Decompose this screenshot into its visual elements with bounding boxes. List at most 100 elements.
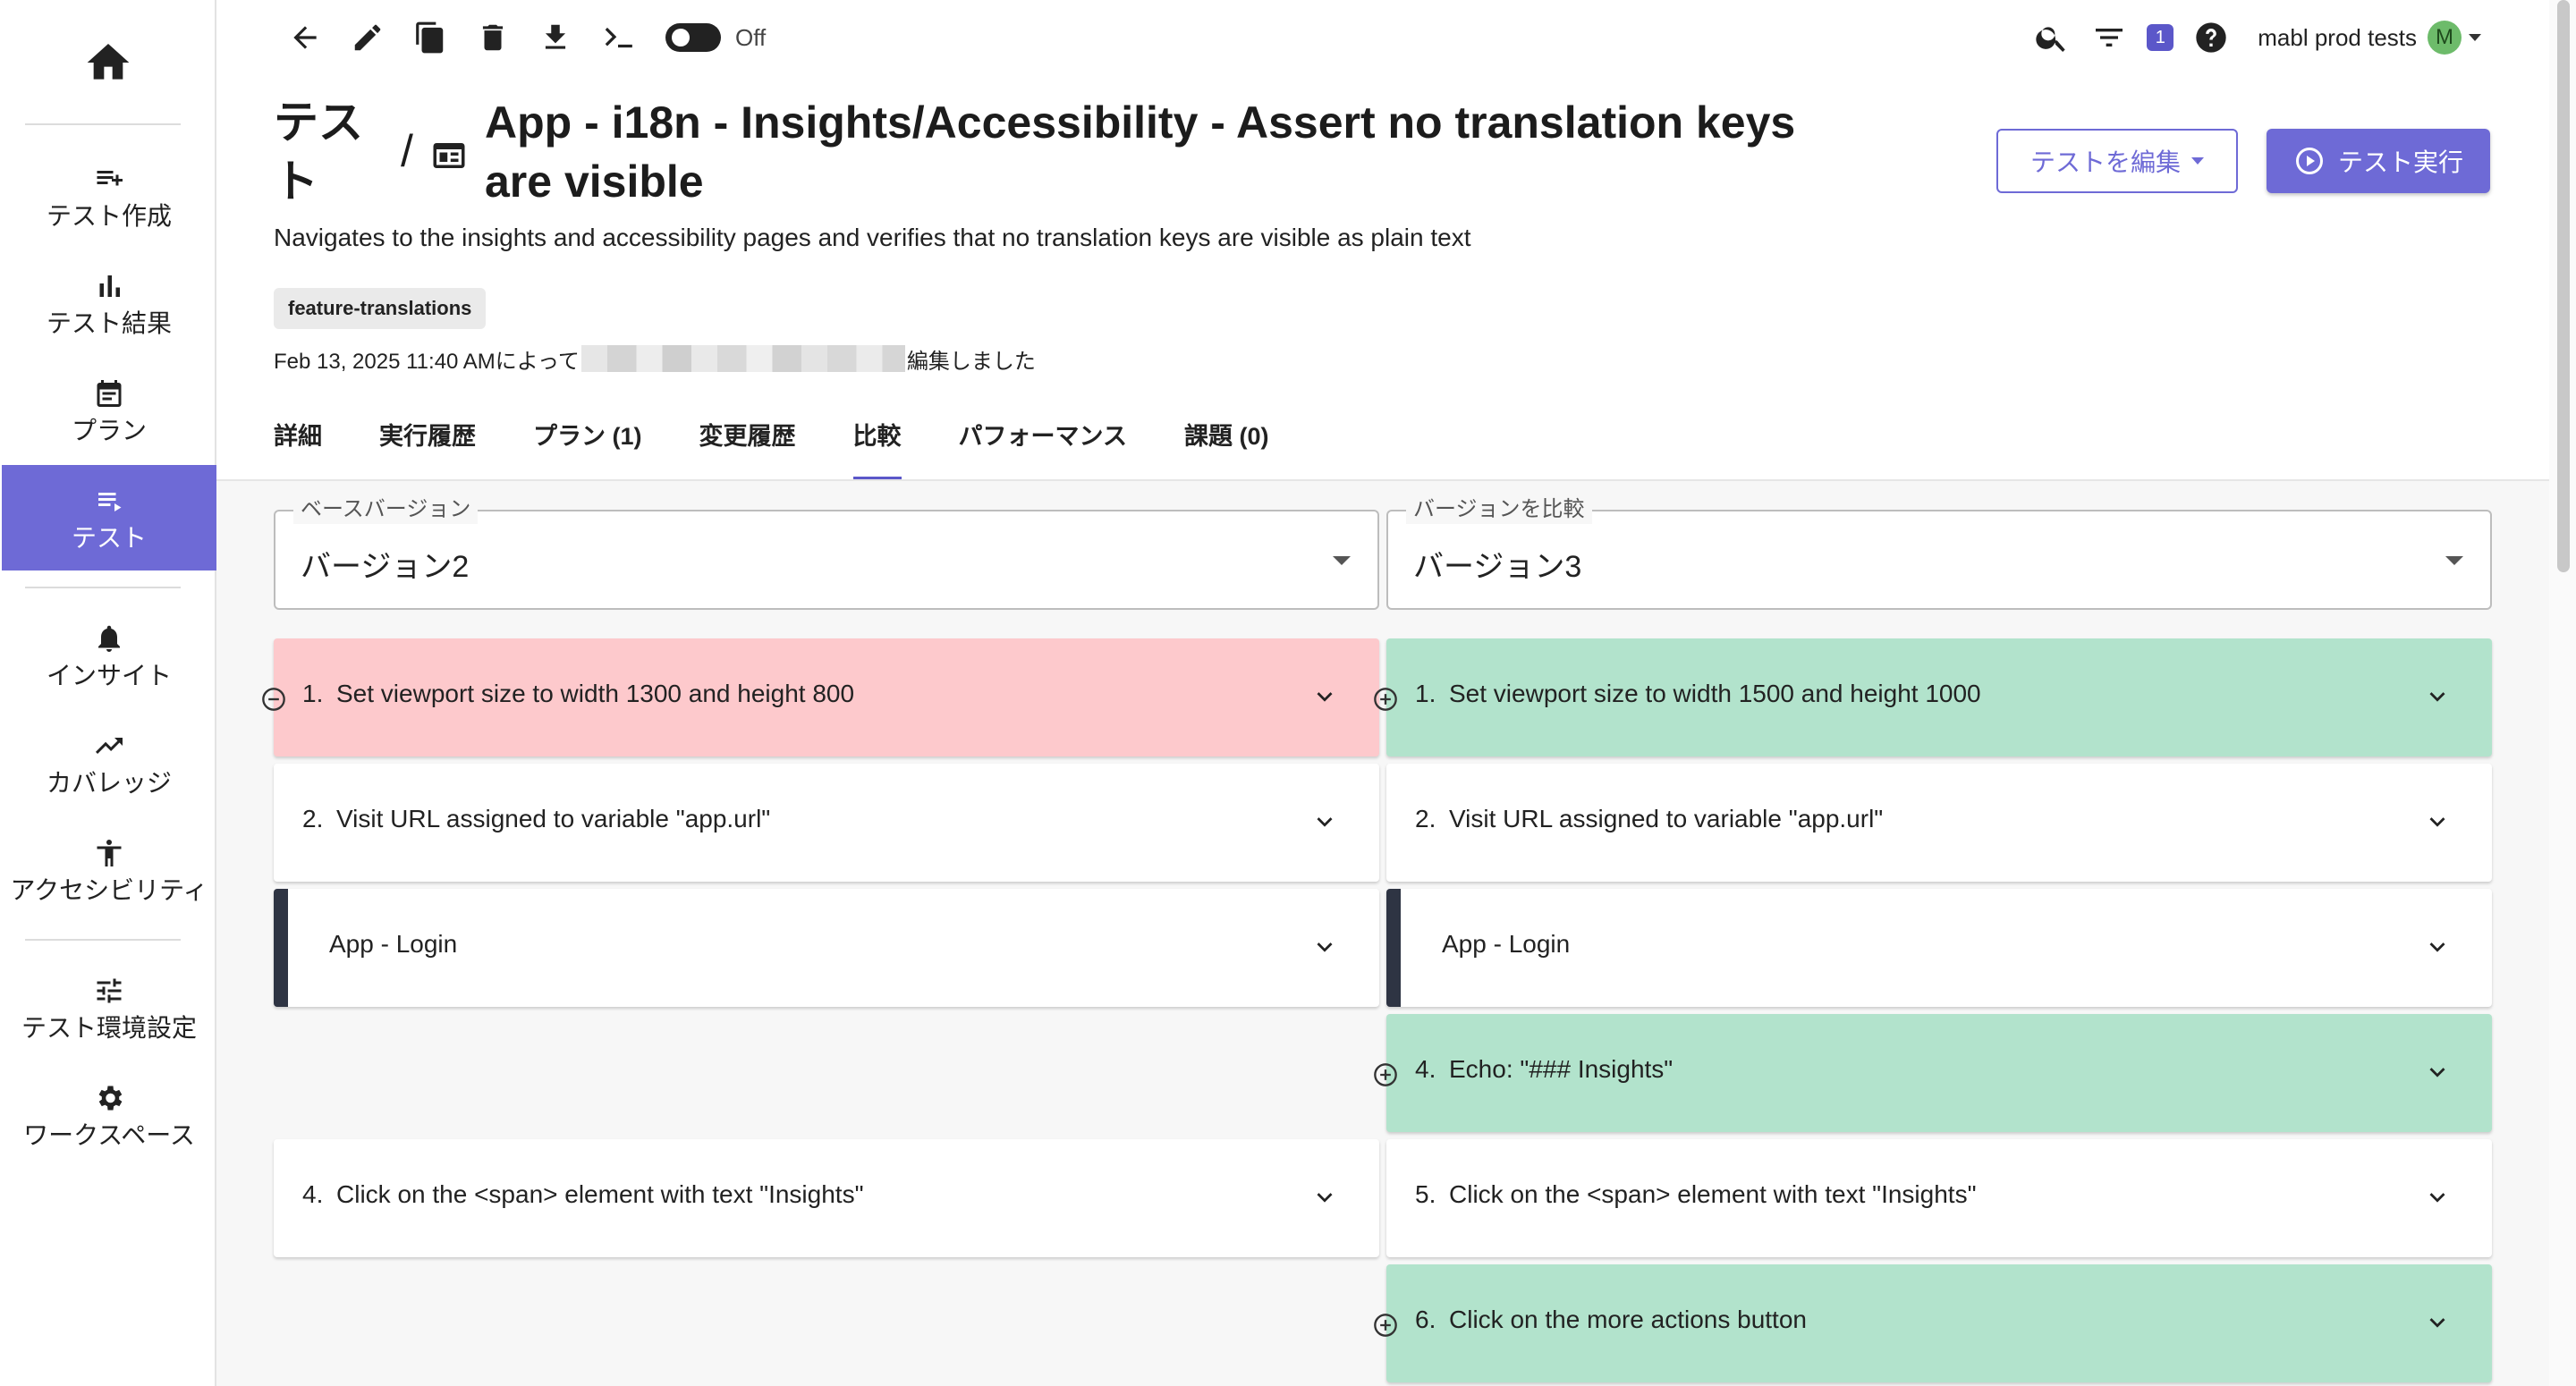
step-text: Click on the more actions button <box>1449 1306 1807 1333</box>
tune-icon <box>91 973 127 1009</box>
header-actions: 1 mabl prod tests M <box>2014 13 2481 63</box>
sidebar-item-workspace[interactable]: ワークスペース <box>2 1062 216 1168</box>
home-button[interactable] <box>0 36 216 89</box>
sidebar-item-label: アクセシビリティ <box>10 876 208 904</box>
tab-plans[interactable]: プラン (1) <box>533 410 642 481</box>
workspace-switcher[interactable]: mabl prod tests M <box>2258 21 2481 55</box>
toggle-knob <box>672 29 690 46</box>
test-description: Navigates to the insights and accessibil… <box>274 224 1471 251</box>
last-edited-prefix: Feb 13, 2025 11:40 AMによって <box>274 349 580 374</box>
compare-step-row[interactable]: 2. Visit URL assigned to variable "app.u… <box>1386 764 2492 882</box>
chevron-down-icon[interactable] <box>2422 1307 2453 1338</box>
chevron-down-icon[interactable] <box>2422 807 2453 837</box>
breadcrumb-separator: / <box>401 126 413 176</box>
base-flow-row[interactable]: App - Login <box>274 889 1379 1007</box>
page-title: App - i18n - Insights/Accessibility - As… <box>485 97 1796 207</box>
sidebar-item-coverage[interactable]: カバレッジ <box>2 710 216 816</box>
flow-name: App - Login <box>329 930 458 958</box>
page-scrollbar[interactable] <box>2549 0 2576 1386</box>
chevron-down-icon[interactable] <box>1309 681 1340 712</box>
base-step-row[interactable]: 2. Visit URL assigned to variable "app.u… <box>274 764 1379 882</box>
sidebar-item-plans[interactable]: プラン <box>2 358 216 463</box>
step-number: 5. <box>1415 1180 1436 1208</box>
step-number: 4. <box>1415 1055 1436 1083</box>
base-step-row[interactable]: 1. Set viewport size to width 1300 and h… <box>274 638 1379 756</box>
sidebar-item-test-results[interactable]: テスト結果 <box>2 250 216 356</box>
edit-test-button[interactable]: テストを編集 <box>1996 129 2238 193</box>
tab-details[interactable]: 詳細 <box>274 410 322 481</box>
sidebar-item-environment-settings[interactable]: テスト環境設定 <box>2 955 216 1061</box>
playlist-add-icon <box>91 161 127 197</box>
back-button[interactable] <box>284 13 326 63</box>
chevron-down-icon[interactable] <box>2422 681 2453 712</box>
download-icon <box>545 24 566 49</box>
toggle-label: Off <box>735 23 767 51</box>
chevron-down-icon[interactable] <box>1309 932 1340 962</box>
list-icon <box>91 483 127 519</box>
tab-performance[interactable]: パフォーマンス <box>959 410 1127 481</box>
notification-badge[interactable]: 1 <box>2147 24 2174 51</box>
toggle-switch[interactable] <box>665 23 721 52</box>
sidebar: テスト作成 テスト結果 プラン テスト インサイト カバレッジ アクセシビリティ… <box>0 0 216 1386</box>
chevron-down-icon[interactable] <box>2422 1057 2453 1087</box>
sidebar-item-label: テスト環境設定 <box>21 1014 197 1042</box>
sidebar-item-label: ワークスペース <box>23 1121 195 1149</box>
breadcrumb-tests-link[interactable]: テスト <box>274 93 372 211</box>
sidebar-item-label: カバレッジ <box>46 769 172 797</box>
tab-bar: 詳細 実行履歴 プラン (1) 変更履歴 比較 パフォーマンス 課題 (0) <box>274 410 1326 481</box>
compare-step-row[interactable]: 4. Echo: "### Insights" <box>1386 1014 2492 1132</box>
base-version-select[interactable]: ベースバージョン バージョン2 <box>274 495 1379 610</box>
base-step-row[interactable]: 4. Click on the <span> element with text… <box>274 1139 1379 1257</box>
sidebar-item-label: プラン <box>71 417 147 444</box>
tab-compare[interactable]: 比較 <box>852 410 902 481</box>
step-number: 6. <box>1415 1306 1436 1333</box>
run-test-button[interactable]: テスト実行 <box>2267 129 2490 193</box>
tab-change-history[interactable]: 変更履歴 <box>699 410 796 481</box>
compare-step-row[interactable]: 5. Click on the <span> element with text… <box>1386 1139 2492 1257</box>
run-test-label: テスト実行 <box>2337 148 2463 176</box>
chevron-down-icon[interactable] <box>1309 807 1340 837</box>
sidebar-item-test-create[interactable]: テスト作成 <box>2 143 216 249</box>
compare-flow-row[interactable]: App - Login <box>1386 889 2492 1007</box>
tab-run-history[interactable]: 実行履歴 <box>379 410 476 481</box>
step-number: 1. <box>1415 680 1436 707</box>
compare-step-row[interactable]: 6. Click on the more actions button <box>1386 1264 2492 1382</box>
arrow-back-icon <box>293 26 317 49</box>
step-text: Visit URL assigned to variable "app.url" <box>1449 805 1884 832</box>
step-text: Set viewport size to width 1300 and heig… <box>336 680 855 707</box>
redacted-user <box>580 345 905 372</box>
base-version-value: バージョン2 <box>301 550 470 584</box>
last-edited: Feb 13, 2025 11:40 AMによって 編集しました <box>274 343 1036 374</box>
download-button[interactable] <box>535 13 576 63</box>
delete-button[interactable] <box>472 13 513 63</box>
last-edited-suffix: 編集しました <box>906 349 1036 374</box>
chevron-down-icon[interactable] <box>1309 1182 1340 1213</box>
gear-icon <box>91 1080 127 1116</box>
home-icon <box>87 44 130 80</box>
duplicate-button[interactable] <box>410 13 451 63</box>
search-button[interactable] <box>2032 18 2072 57</box>
label-chip[interactable]: feature-translations <box>274 288 487 329</box>
trending-up-icon <box>91 728 127 764</box>
browser-test-icon <box>429 136 469 175</box>
chevron-down-icon[interactable] <box>2422 1182 2453 1213</box>
removed-minus-icon <box>262 688 285 711</box>
edit-button[interactable] <box>347 13 388 63</box>
chevron-down-icon[interactable] <box>2422 932 2453 962</box>
terminal-button[interactable] <box>597 13 639 63</box>
sidebar-item-accessibility[interactable]: アクセシビリティ <box>2 817 216 923</box>
help-button[interactable] <box>2191 18 2231 57</box>
step-text: Click on the <span> element with text "I… <box>1449 1180 1977 1208</box>
compare-version-select[interactable]: バージョンを比較 バージョン3 <box>1386 495 2492 610</box>
compare-step-row[interactable]: 1. Set viewport size to width 1500 and h… <box>1386 638 2492 756</box>
added-plus-icon <box>1374 688 1397 711</box>
sidebar-item-tests[interactable]: テスト <box>2 465 216 570</box>
dropdown-arrow-icon <box>2445 556 2463 565</box>
step-text: Echo: "### Insights" <box>1449 1055 1674 1083</box>
tab-issues[interactable]: 課題 (0) <box>1184 410 1269 481</box>
step-number: 2. <box>1415 805 1436 832</box>
scrollbar-thumb[interactable] <box>2557 0 2570 572</box>
base-version-label: ベースバージョン <box>293 495 479 524</box>
filter-button[interactable] <box>2089 18 2129 57</box>
sidebar-item-insights[interactable]: インサイト <box>2 603 216 708</box>
